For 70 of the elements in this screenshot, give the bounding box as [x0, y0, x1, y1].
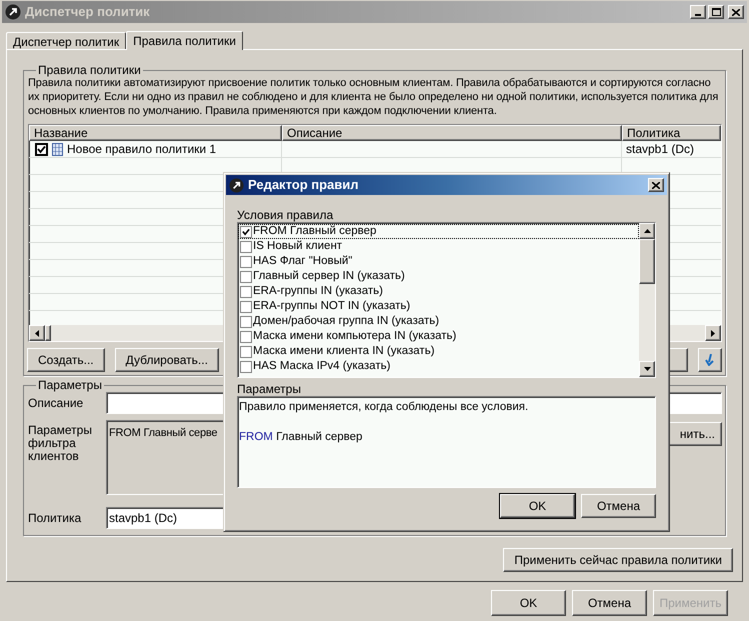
checkbox[interactable]: [240, 226, 252, 238]
field-label: Политика: [28, 510, 82, 527]
condition-item[interactable]: IS Новый клиент: [238, 239, 639, 254]
params-text: Правило применяется, когда соблюдены все условия.: [239, 400, 530, 415]
close-icon: [652, 182, 660, 188]
rules-description: Правила политики автоматизируют присвоение политик только основным клиентам. Правила обрабатываются и сортируются согласно их приоритету. Если ни одно из правил не соблюдено и для клиента не было определено ни одной политики, используется политика для основных клиентов по умолчанию. Правила применяются при каждом подключении клиента.: [28, 76, 720, 118]
minimize-button[interactable]: [690, 5, 706, 19]
params-label: Параметры: [237, 382, 302, 396]
column-header[interactable]: Название: [29, 125, 282, 141]
tab[interactable]: Диспетчер политик: [6, 32, 126, 49]
condition-item[interactable]: Маска имени компьютера IN (указать): [238, 329, 639, 344]
tab[interactable]: Правила политики: [126, 31, 243, 50]
action-button[interactable]: Создать...: [27, 348, 105, 372]
scrollbar-thumb[interactable]: [639, 239, 655, 284]
window-title: Диспетчер политик: [25, 3, 151, 22]
up-arrow-icon: [644, 229, 650, 233]
maximize-button[interactable]: [708, 5, 724, 19]
close-icon: [732, 8, 740, 16]
condition-item[interactable]: ERA-группы IN (указать): [238, 284, 639, 299]
scroll-left-button[interactable]: [29, 325, 45, 341]
condition-item[interactable]: HAS Флаг "Новый": [238, 254, 639, 269]
conditions-label: Условия правила: [237, 208, 334, 222]
dialog-button[interactable]: OK: [500, 494, 575, 518]
apply-now-button[interactable]: Применить сейчас правила политики: [503, 548, 733, 572]
params-text-area[interactable]: Правило применяется, когда соблюдены все условия. FROM Главный сервер: [237, 396, 656, 488]
column-header[interactable]: Описание: [282, 125, 622, 141]
scroll-right-button[interactable]: [705, 325, 721, 341]
table-cell: stavpb1 (Dc): [626, 141, 694, 158]
left-arrow-icon: [35, 330, 39, 336]
arrow-icon: [705, 354, 715, 366]
params-condition: FROM Главный сервер: [239, 430, 364, 446]
close-button[interactable]: [648, 178, 664, 192]
field-label: Описание: [28, 395, 84, 412]
checkbox[interactable]: [240, 240, 252, 252]
right-arrow-icon: [711, 330, 715, 336]
dialog-button[interactable]: Отмена: [572, 590, 647, 616]
condition-item[interactable]: Домен/рабочая группа IN (указать): [238, 314, 639, 329]
dialog-button[interactable]: Отмена: [581, 494, 656, 518]
condition-item[interactable]: Маска имени клиента IN (указать): [238, 344, 639, 359]
close-button[interactable]: [728, 5, 744, 19]
condition-item[interactable]: FROM Главный сервер: [238, 224, 639, 239]
scroll-down-button[interactable]: [639, 361, 655, 377]
checkbox[interactable]: [240, 270, 252, 282]
filter-text: FROM Главный серве: [109, 427, 218, 439]
app-icon: [229, 178, 244, 192]
checkbox[interactable]: [35, 142, 48, 156]
down-arrow-icon: [644, 367, 650, 371]
dialog-title: Редактор правил: [248, 176, 360, 194]
grid-icon: [52, 142, 63, 156]
checkbox[interactable]: [240, 316, 252, 328]
scroll-up-button[interactable]: [639, 223, 655, 239]
table-cell: Новое правило политики 1: [67, 141, 216, 158]
condition-item[interactable]: Главный сервер IN (указать): [238, 269, 639, 284]
checkbox[interactable]: [240, 286, 252, 298]
checkbox[interactable]: [240, 360, 252, 372]
dialog-button[interactable]: OK: [491, 590, 566, 616]
scrollbar-thumb[interactable]: [45, 325, 51, 341]
condition-item[interactable]: ERA-группы NOT IN (указать): [238, 299, 639, 314]
action-button[interactable]: Дублировать...: [114, 348, 219, 372]
checkbox[interactable]: [240, 330, 252, 342]
checkbox[interactable]: [240, 346, 252, 358]
group-title: Правила политики: [37, 64, 142, 77]
checkbox[interactable]: [240, 256, 252, 268]
app-icon: [5, 4, 21, 20]
field-label: Параметры фильтра клиентов: [28, 422, 93, 465]
move-down-button[interactable]: [698, 348, 722, 372]
column-header[interactable]: Политика: [622, 125, 721, 141]
condition-item[interactable]: HAS Маска IPv4 (указать): [238, 359, 639, 374]
group-title: Параметры: [37, 379, 103, 392]
checkbox[interactable]: [240, 300, 252, 312]
